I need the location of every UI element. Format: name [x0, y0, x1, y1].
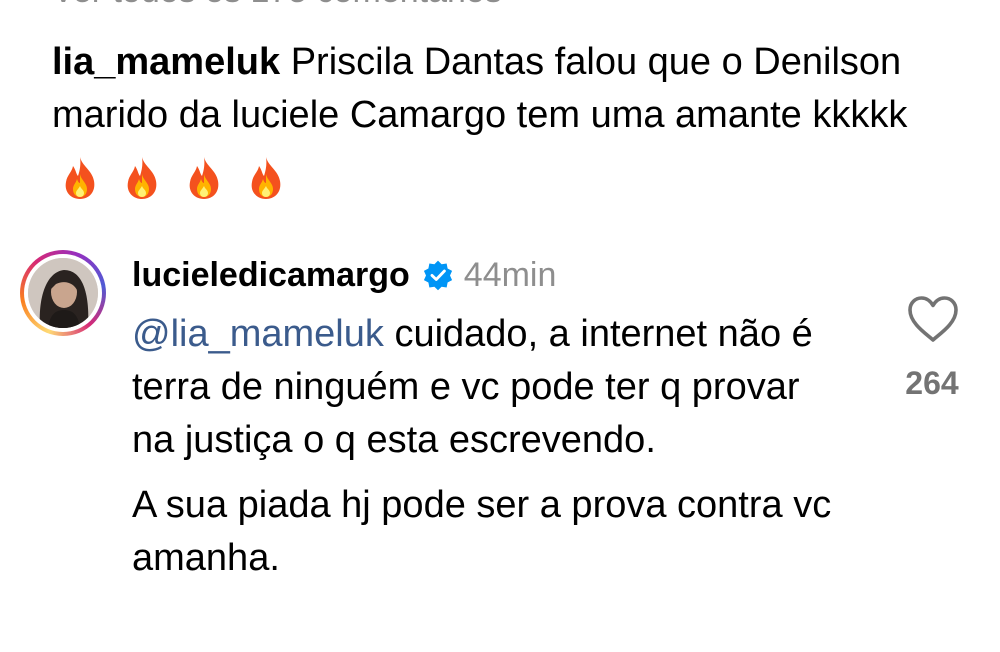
fire-emoji-icon	[180, 154, 228, 202]
comment-username[interactable]: lia_mameluk	[52, 41, 280, 83]
heart-outline-icon[interactable]	[906, 294, 960, 344]
reply-timestamp: 44min	[463, 255, 557, 294]
fire-emoji-group	[56, 150, 304, 203]
reply-header: lucieledicamargo 44min	[132, 250, 556, 300]
verified-badge-icon	[422, 259, 454, 291]
reply-paragraph: @lia_mameluk cuidado, a internet não é t…	[132, 308, 832, 467]
view-all-comments-link[interactable]: Ver todos os 175 comentários	[52, 0, 502, 8]
avatar[interactable]	[20, 250, 106, 336]
avatar-ring-gap	[24, 254, 102, 332]
fire-emoji-icon	[118, 154, 166, 202]
avatar-photo	[28, 258, 98, 328]
reply-text: @lia_mameluk cuidado, a internet não é t…	[132, 308, 832, 585]
reply-username[interactable]: lucieledicamargo	[132, 256, 410, 295]
original-comment: lia_mameluk Priscila Dantas falou que o …	[52, 36, 972, 203]
reply-paragraph: A sua piada hj pode ser a prova contra v…	[132, 484, 832, 579]
fire-emoji-icon	[56, 154, 104, 202]
like-count: 264	[905, 365, 959, 401]
mention-link[interactable]: @lia_mameluk	[132, 313, 384, 355]
fire-emoji-icon	[242, 154, 290, 202]
